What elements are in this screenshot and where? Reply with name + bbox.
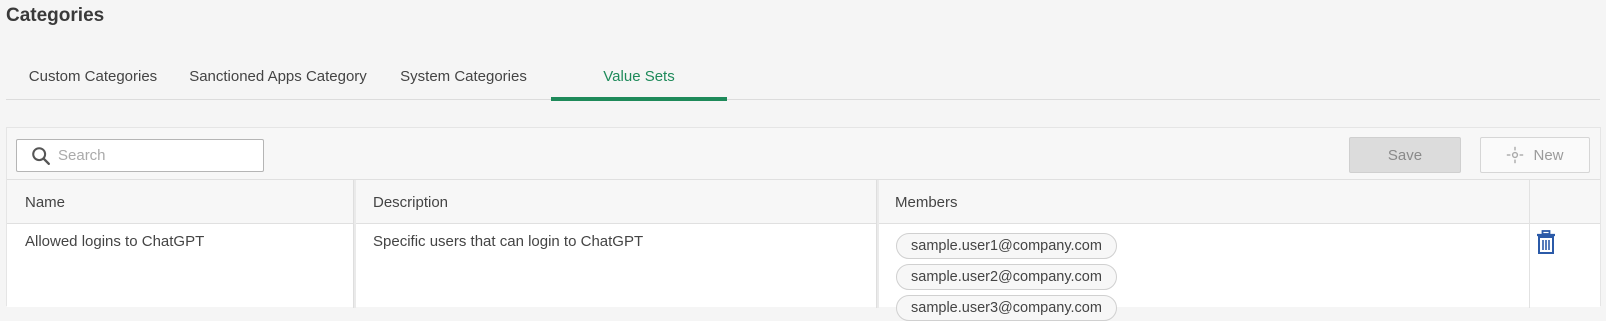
search-box[interactable] bbox=[16, 139, 264, 172]
value-sets-panel: Save New Name Description Members Allowe… bbox=[6, 127, 1601, 321]
column-header-description[interactable]: Description bbox=[355, 180, 876, 224]
column-resize-handle[interactable] bbox=[876, 180, 879, 308]
row-description: Specific users that can login to ChatGPT bbox=[373, 233, 644, 250]
new-button-label: New bbox=[1533, 146, 1564, 164]
save-button[interactable]: Save bbox=[1349, 137, 1461, 173]
tab-system-categories[interactable]: System Categories bbox=[376, 52, 551, 100]
tab-sanctioned-apps-category[interactable]: Sanctioned Apps Category bbox=[180, 52, 376, 100]
table-header: Name Description Members bbox=[7, 180, 1600, 224]
row-name: Allowed logins to ChatGPT bbox=[25, 233, 205, 250]
search-icon bbox=[32, 146, 50, 165]
column-header-members[interactable]: Members bbox=[877, 180, 1529, 224]
column-resize-handle[interactable] bbox=[353, 180, 356, 308]
member-chips: sample.user1@company.com sample.user2@co… bbox=[896, 233, 1326, 321]
new-sparkle-icon bbox=[1507, 146, 1524, 164]
page-title: Categories bbox=[6, 5, 105, 26]
tab-bar: Custom Categories Sanctioned Apps Catego… bbox=[6, 52, 1600, 101]
new-button[interactable]: New bbox=[1480, 137, 1590, 173]
member-chip[interactable]: sample.user1@company.com bbox=[896, 233, 1117, 259]
column-divider bbox=[1529, 180, 1530, 308]
tab-custom-categories[interactable]: Custom Categories bbox=[6, 52, 180, 100]
value-sets-table: Name Description Members Allowed logins … bbox=[7, 179, 1600, 321]
search-input[interactable] bbox=[58, 147, 248, 164]
member-chip[interactable]: sample.user3@company.com bbox=[896, 295, 1117, 321]
trash-icon[interactable] bbox=[1536, 230, 1556, 254]
member-chip[interactable]: sample.user2@company.com bbox=[896, 264, 1117, 290]
column-header-name[interactable]: Name bbox=[7, 180, 354, 224]
tab-value-sets[interactable]: Value Sets bbox=[551, 52, 727, 101]
